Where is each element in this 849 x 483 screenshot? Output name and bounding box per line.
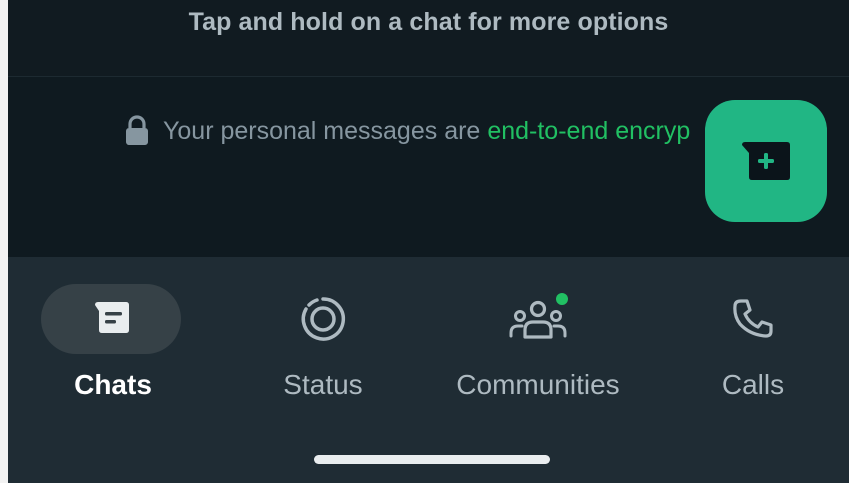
new-chat-icon <box>742 142 790 180</box>
hint-text: Tap and hold on a chat for more options <box>188 8 669 36</box>
home-indicator-bar[interactable] <box>314 455 550 464</box>
encryption-link[interactable]: end-to-end encryp <box>487 117 690 146</box>
calls-icon <box>733 299 773 338</box>
nav-tab-chats[interactable]: Chats <box>8 257 218 417</box>
encryption-text: Your personal messages are <box>163 116 481 145</box>
communities-icon <box>509 293 568 339</box>
nav-label-chats: Chats <box>74 369 152 400</box>
status-pill <box>253 284 393 354</box>
whatsapp-screen: Tap and hold on a chat for more options … <box>0 0 849 483</box>
communities-pill <box>468 284 608 354</box>
bottom-navigation: Chats Status Communities Calls <box>8 257 849 483</box>
encryption-notice[interactable]: Your personal messages are end-to-end en… <box>123 115 690 147</box>
new-chat-button[interactable] <box>705 100 827 222</box>
nav-tab-calls[interactable]: Calls <box>648 257 849 417</box>
chats-active-pill <box>41 284 181 354</box>
nav-label-communities: Communities <box>456 369 620 400</box>
chats-icon <box>95 302 129 333</box>
left-edge <box>0 0 8 483</box>
nav-tab-status[interactable]: Status <box>218 257 428 417</box>
lock-icon <box>126 115 148 145</box>
chat-options-hint: Tap and hold on a chat for more options <box>8 0 849 77</box>
nav-label-calls: Calls <box>721 369 785 400</box>
nav-label-status: Status <box>283 369 363 400</box>
nav-tab-communities[interactable]: Communities <box>433 257 643 417</box>
calls-pill <box>683 284 823 354</box>
status-icon <box>301 297 346 341</box>
